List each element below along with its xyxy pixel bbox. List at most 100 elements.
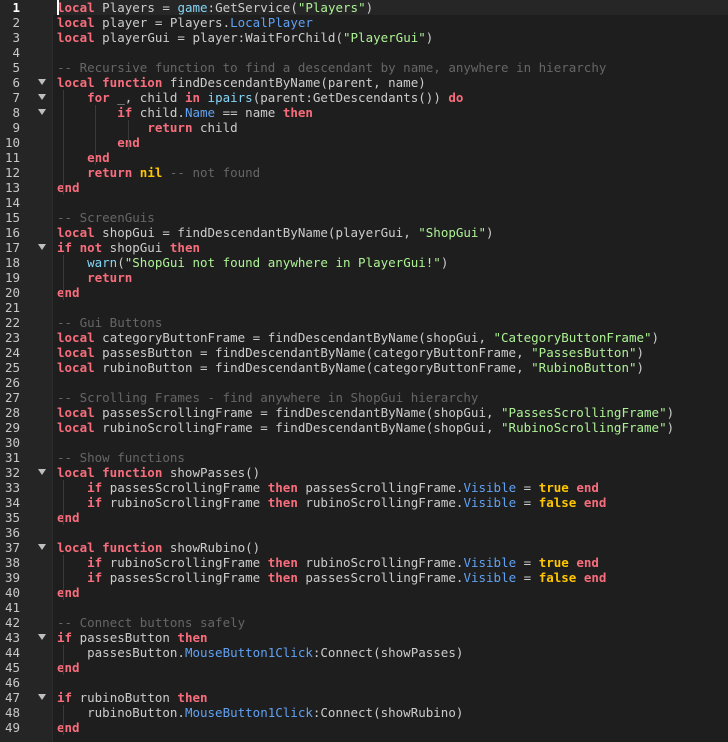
code-line[interactable]: 49 end — [0, 720, 728, 735]
code-token: if — [117, 105, 133, 120]
code-token: rubinoScrollingFrame. — [297, 495, 464, 510]
code-line[interactable]: 33 if passesScrollingFrame then passesSc… — [0, 480, 728, 495]
code-line[interactable]: 19 return — [0, 270, 728, 285]
code-line[interactable]: 40 end — [0, 585, 728, 600]
code-line[interactable]: 9 return child — [0, 120, 728, 135]
code-line[interactable]: 4 — [0, 45, 728, 60]
code-line[interactable]: 1 local Players = game:GetService("Player… — [0, 0, 728, 15]
code-line[interactable]: 37 local function showRubino() — [0, 540, 728, 555]
fold-arrow-icon[interactable] — [38, 244, 46, 250]
code-line[interactable]: 48 rubinoButton.MouseButton1Click:Connec… — [0, 705, 728, 720]
line-number: 23 — [4, 330, 20, 345]
code-line[interactable]: 14 — [0, 195, 728, 210]
code-token: :Connect(showPasses) — [312, 645, 464, 660]
code-token: ) — [636, 360, 645, 375]
code-token: :Connect(showRubino) — [312, 705, 464, 720]
fold-arrow-icon[interactable] — [38, 694, 46, 700]
code-token: ) — [440, 255, 449, 270]
code-text: local rubinoScrollingFrame = findDescend… — [57, 420, 674, 435]
code-text: -- ScreenGuis — [57, 210, 155, 225]
line-number: 34 — [4, 495, 20, 510]
code-line[interactable]: 18 warn("ShopGui not found anywhere in P… — [0, 255, 728, 270]
code-token: local — [57, 30, 95, 45]
code-line[interactable]: 35 end — [0, 510, 728, 525]
line-number: 14 — [4, 195, 20, 210]
code-token: local — [57, 15, 95, 30]
code-line[interactable]: 47 if rubinoButton then — [0, 690, 728, 705]
code-text: local passesButton = findDescendantByNam… — [57, 345, 644, 360]
code-token: rubinoButton. — [57, 705, 185, 720]
line-number: 6 — [12, 75, 20, 90]
code-line[interactable]: 20 end — [0, 285, 728, 300]
line-number: 44 — [4, 645, 20, 660]
code-line[interactable]: 32 local function showPasses() — [0, 465, 728, 480]
code-line[interactable]: 43 if passesButton then — [0, 630, 728, 645]
code-token: child. — [132, 105, 185, 120]
line-number: 47 — [4, 690, 20, 705]
line-number: 39 — [4, 570, 20, 585]
code-token: ) — [666, 405, 675, 420]
fold-arrow-icon[interactable] — [38, 94, 46, 100]
code-line[interactable]: 3 local playerGui = player:WaitForChild("… — [0, 30, 728, 45]
line-number: 21 — [4, 300, 20, 315]
fold-arrow-icon[interactable] — [38, 634, 46, 640]
code-text: local passesScrollingFrame = findDescend… — [57, 405, 674, 420]
code-line[interactable]: 11 end — [0, 150, 728, 165]
code-line[interactable]: 45 end — [0, 660, 728, 675]
code-token: end — [583, 570, 607, 585]
code-text: local rubinoButton = findDescendantByNam… — [57, 360, 644, 375]
line-number: 9 — [12, 120, 20, 135]
fold-arrow-icon[interactable] — [38, 109, 46, 115]
code-line[interactable]: 16 local shopGui = findDescendantByName(p… — [0, 225, 728, 240]
code-text: passesButton.MouseButton1Click:Connect(s… — [57, 645, 463, 660]
code-token: then — [267, 555, 298, 570]
code-line[interactable]: 30 — [0, 435, 728, 450]
code-line[interactable]: 44 passesButton.MouseButton1Click:Connec… — [0, 645, 728, 660]
code-line[interactable]: 46 — [0, 675, 728, 690]
code-line[interactable]: 31 -- Show functions — [0, 450, 728, 465]
code-token: end — [576, 480, 599, 495]
code-line[interactable]: 2 local player = Players.LocalPlayer — [0, 15, 728, 30]
code-line[interactable]: 36 — [0, 525, 728, 540]
code-line[interactable]: 6 local function findDescendantByName(par… — [0, 75, 728, 90]
code-token: local function — [57, 75, 163, 90]
code-line[interactable]: 24 local passesButton = findDescendantByN… — [0, 345, 728, 360]
code-text: -- Show functions — [57, 450, 185, 465]
fold-arrow-icon[interactable] — [38, 469, 46, 475]
code-line[interactable]: 23 local categoryButtonFrame = findDescen… — [0, 330, 728, 345]
code-line[interactable]: 38 if rubinoScrollingFrame then rubinoSc… — [0, 555, 728, 570]
fold-arrow-icon[interactable] — [38, 79, 46, 85]
code-line[interactable]: 8 if child.Name == name then — [0, 105, 728, 120]
code-editor[interactable]: 1 local Players = game:GetService("Player… — [0, 0, 728, 742]
code-token: rubinoButton — [72, 690, 178, 705]
code-line[interactable]: 28 local passesScrollingFrame = findDesce… — [0, 405, 728, 420]
code-line[interactable]: 7 for _, child in ipairs(parent:GetDesce… — [0, 90, 728, 105]
line-number: 26 — [4, 375, 20, 390]
code-line[interactable]: 42 -- Connect buttons safely — [0, 615, 728, 630]
code-line[interactable]: 5 -- Recursive function to find a descend… — [0, 60, 728, 75]
fold-arrow-icon[interactable] — [38, 544, 46, 550]
code-line[interactable]: 13 end — [0, 180, 728, 195]
code-line[interactable]: 29 local rubinoScrollingFrame = findDesce… — [0, 420, 728, 435]
code-token: Name — [184, 105, 216, 120]
code-line[interactable]: 34 if rubinoScrollingFrame then rubinoSc… — [0, 495, 728, 510]
code-text: return nil -- not found — [57, 165, 260, 180]
code-text: if passesButton then — [57, 630, 208, 645]
code-token: end — [576, 555, 599, 570]
code-line[interactable]: 12 return nil -- not found — [0, 165, 728, 180]
code-line[interactable]: 10 end — [0, 135, 728, 150]
code-line[interactable]: 15 -- ScreenGuis — [0, 210, 728, 225]
code-line[interactable]: 26 — [0, 375, 728, 390]
code-line[interactable]: 25 local rubinoButton = findDescendantByN… — [0, 360, 728, 375]
code-line[interactable]: 41 — [0, 600, 728, 615]
code-line[interactable]: 39 if passesScrollingFrame then passesSc… — [0, 570, 728, 585]
code-line[interactable]: 17 if not shopGui then — [0, 240, 728, 255]
code-line[interactable]: 22 -- Gui Buttons — [0, 315, 728, 330]
line-number: 15 — [4, 210, 20, 225]
code-line[interactable]: 27 -- Scrolling Frames - find anywhere in… — [0, 390, 728, 405]
code-token: if — [57, 690, 73, 705]
code-token: local — [57, 360, 95, 375]
code-line[interactable]: 21 — [0, 300, 728, 315]
code-token: ( — [117, 255, 125, 270]
